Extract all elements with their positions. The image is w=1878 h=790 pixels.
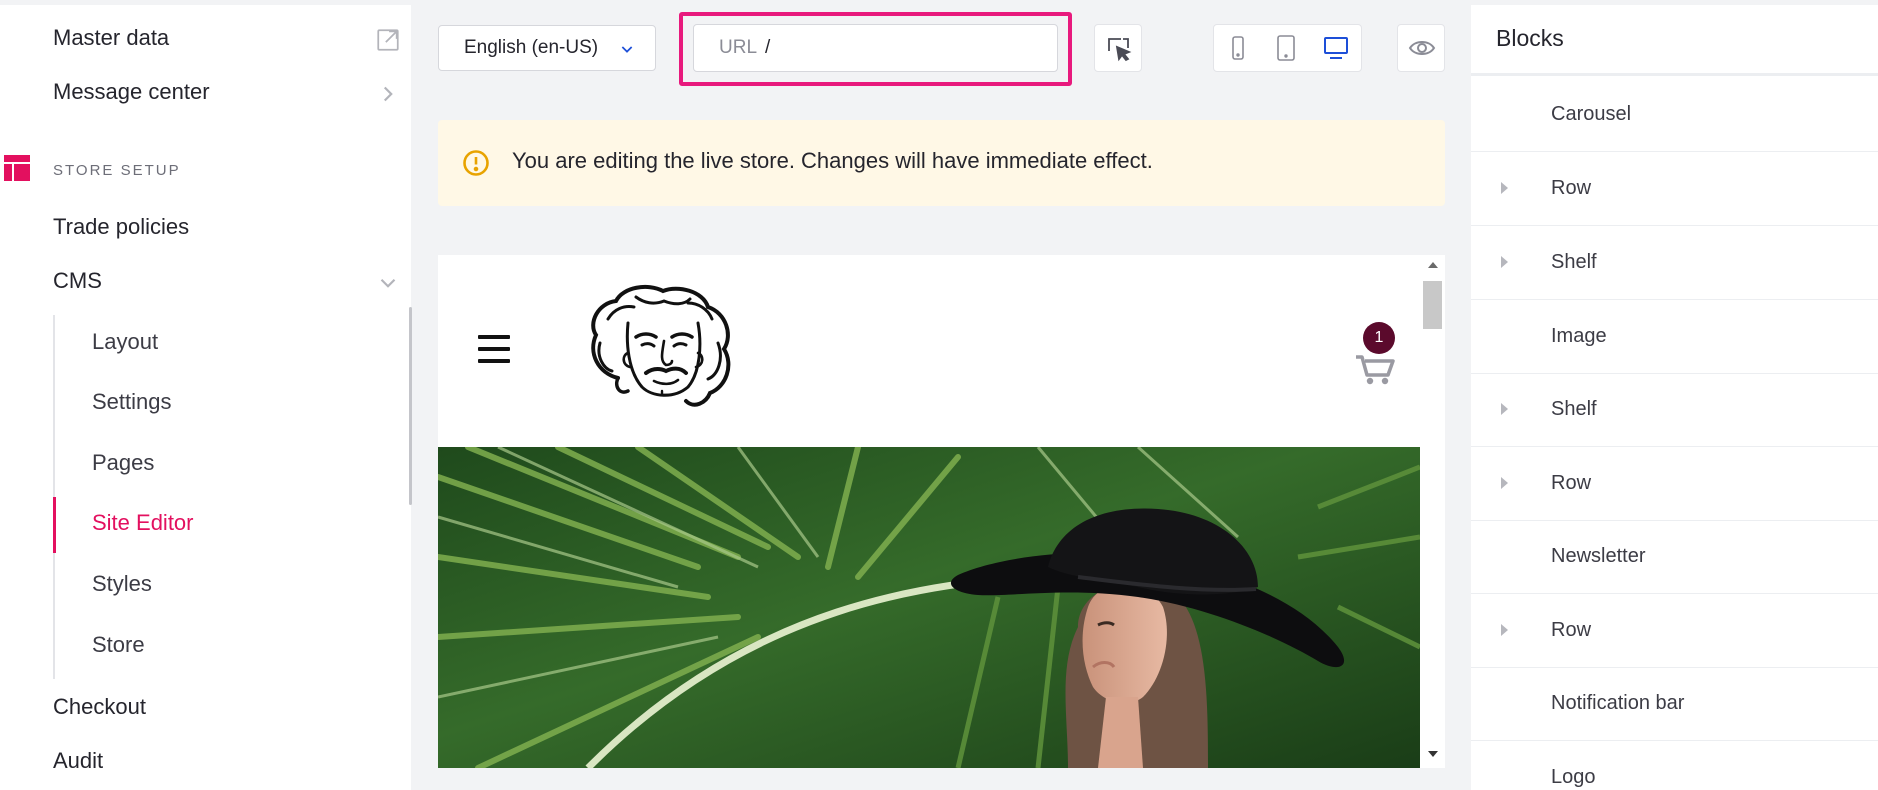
block-label: Notification bar bbox=[1551, 692, 1685, 714]
select-element-button[interactable] bbox=[1094, 24, 1142, 72]
store-preview-frame[interactable]: 1 bbox=[438, 255, 1445, 768]
cursor-select-icon bbox=[1108, 38, 1132, 62]
sidebar-item-message-center[interactable]: Message center bbox=[53, 79, 401, 105]
block-label: Shelf bbox=[1551, 398, 1597, 420]
sidebar-item-trade-policies[interactable]: Trade policies bbox=[53, 214, 401, 240]
device-switcher bbox=[1213, 24, 1362, 72]
language-select[interactable]: English (en-US) bbox=[438, 25, 656, 71]
sidebar-item-styles[interactable]: Styles bbox=[92, 571, 152, 597]
scroll-up-icon[interactable] bbox=[1427, 261, 1439, 269]
block-item-carousel[interactable]: Carousel bbox=[1471, 78, 1878, 152]
hamburger-menu-icon[interactable] bbox=[478, 335, 510, 363]
sidebar-item-checkout[interactable]: Checkout bbox=[53, 694, 401, 720]
mobile-icon bbox=[1232, 36, 1244, 60]
chevron-right-icon bbox=[383, 86, 393, 102]
sidebar-item-label: Checkout bbox=[53, 694, 146, 719]
blocks-panel-title: Blocks bbox=[1496, 25, 1564, 51]
active-indicator bbox=[53, 497, 56, 553]
sidebar-item-label: Master data bbox=[53, 25, 170, 50]
sidebar-item-audit[interactable]: Audit bbox=[53, 748, 401, 774]
section-label-store-setup: STORE SETUP bbox=[53, 162, 181, 179]
admin-sidebar: Master data Message center STORE SETUP T… bbox=[0, 0, 412, 790]
block-label: Row bbox=[1551, 472, 1592, 494]
block-item-newsletter[interactable]: Newsletter bbox=[1471, 520, 1878, 594]
sidebar-item-store[interactable]: Store bbox=[92, 632, 145, 658]
tablet-view-button[interactable] bbox=[1262, 25, 1310, 71]
preview-button[interactable] bbox=[1397, 24, 1445, 72]
store-logo[interactable] bbox=[578, 283, 738, 415]
sidebar-item-label: Audit bbox=[53, 748, 104, 773]
url-input[interactable]: URL / bbox=[693, 24, 1058, 72]
sidebar-scrollbar[interactable] bbox=[409, 307, 412, 505]
expand-caret-icon[interactable] bbox=[1501, 477, 1508, 489]
block-item-row[interactable]: Row bbox=[1471, 152, 1878, 226]
blocks-panel: Blocks Carousel Row Shelf Image Shelf Ro… bbox=[1471, 0, 1878, 790]
hero-banner-image[interactable] bbox=[438, 447, 1420, 768]
divider bbox=[1471, 73, 1878, 76]
sidebar-item-label: CMS bbox=[53, 268, 102, 293]
mobile-view-button[interactable] bbox=[1214, 25, 1262, 71]
expand-caret-icon[interactable] bbox=[1501, 624, 1508, 636]
block-item-logo[interactable]: Logo bbox=[1471, 741, 1878, 790]
live-store-alert: You are editing the live store. Changes … bbox=[438, 120, 1445, 206]
preview-scroll-thumb[interactable] bbox=[1423, 281, 1442, 329]
alert-message: You are editing the live store. Changes … bbox=[512, 148, 1153, 173]
expand-caret-icon[interactable] bbox=[1501, 403, 1508, 415]
block-item-row[interactable]: Row bbox=[1471, 447, 1878, 521]
sidebar-item-label: Trade policies bbox=[53, 214, 190, 239]
block-label: Row bbox=[1551, 619, 1592, 641]
block-label: Shelf bbox=[1551, 251, 1597, 273]
chevron-down-icon bbox=[621, 46, 633, 53]
url-value: / bbox=[765, 37, 771, 58]
block-item-row[interactable]: Row bbox=[1471, 594, 1878, 668]
sidebar-item-settings[interactable]: Settings bbox=[92, 389, 172, 415]
block-label: Logo bbox=[1551, 766, 1596, 788]
block-item-shelf[interactable]: Shelf bbox=[1471, 373, 1878, 447]
tablet-icon bbox=[1277, 35, 1295, 61]
url-label: URL bbox=[719, 37, 758, 58]
expand-caret-icon[interactable] bbox=[1501, 182, 1508, 194]
scroll-down-icon[interactable] bbox=[1427, 750, 1439, 758]
desktop-view-button[interactable] bbox=[1312, 25, 1360, 71]
block-item-shelf[interactable]: Shelf bbox=[1471, 226, 1878, 300]
warning-circle-icon bbox=[463, 150, 489, 176]
block-label: Row bbox=[1551, 177, 1592, 199]
block-label: Image bbox=[1551, 325, 1607, 347]
layout-icon bbox=[4, 155, 30, 181]
chevron-down-icon bbox=[380, 278, 396, 288]
cart-count-badge: 1 bbox=[1363, 322, 1395, 354]
sidebar-item-cms[interactable]: CMS bbox=[53, 268, 401, 294]
sidebar-item-pages[interactable]: Pages bbox=[92, 450, 154, 476]
block-item-image[interactable]: Image bbox=[1471, 300, 1878, 374]
sidebar-item-label: Message center bbox=[53, 79, 210, 104]
eye-icon bbox=[1408, 41, 1436, 55]
desktop-icon bbox=[1324, 37, 1348, 59]
sidebar-item-master-data[interactable]: Master data bbox=[53, 25, 401, 51]
store-header: 1 bbox=[438, 255, 1420, 447]
language-value: English (en-US) bbox=[464, 37, 599, 58]
block-label: Carousel bbox=[1551, 103, 1632, 125]
sidebar-item-site-editor[interactable]: Site Editor bbox=[92, 510, 194, 536]
block-label: Newsletter bbox=[1551, 545, 1646, 567]
preview-scrollbar[interactable] bbox=[1420, 255, 1445, 768]
block-item-notification-bar[interactable]: Notification bar bbox=[1471, 667, 1878, 741]
external-link-icon bbox=[377, 29, 399, 51]
sidebar-item-layout[interactable]: Layout bbox=[92, 329, 158, 355]
expand-caret-icon[interactable] bbox=[1501, 256, 1508, 268]
